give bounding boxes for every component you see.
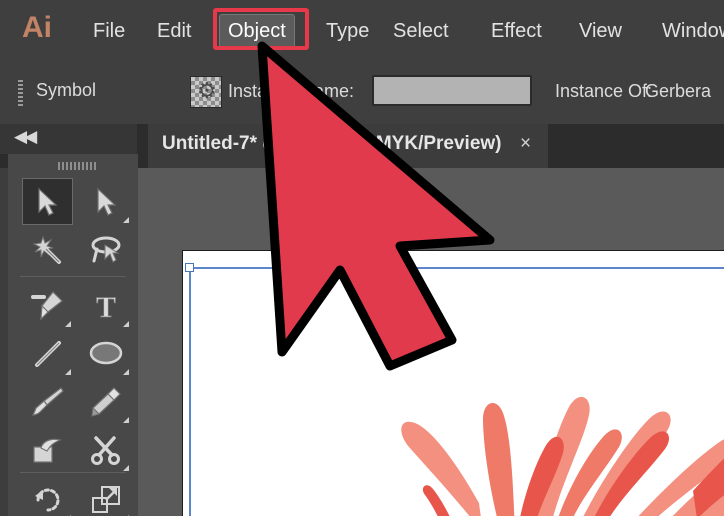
- tool-blob-brush-tool[interactable]: [22, 426, 73, 473]
- double-chevron-left-icon: ◀◀: [14, 127, 37, 146]
- tool-paintbrush-tool[interactable]: [22, 378, 73, 425]
- selection-handle-top-left[interactable]: [185, 263, 194, 272]
- selection-left-edge: [189, 267, 191, 516]
- tool-rotate-tool[interactable]: [22, 476, 73, 516]
- blob-brush-icon: [32, 438, 62, 463]
- object-menu-highlight: [213, 8, 309, 50]
- tool-scissors-tool[interactable]: [80, 426, 131, 473]
- tool-lasso-tool[interactable]: [80, 226, 131, 273]
- instance-name-label: Instance Name:: [228, 81, 355, 101]
- app-logo: Ai: [22, 11, 52, 44]
- instance-of-value: Gerbera: [645, 81, 712, 101]
- tool-flyout-indicator: [123, 465, 129, 471]
- pen-nib-icon: [30, 290, 63, 321]
- canvas-area[interactable]: [138, 168, 724, 516]
- menu-bar: Ai File Edit Object Type Select Effect V…: [0, 0, 724, 59]
- tool-flyout-indicator: [65, 321, 71, 327]
- menu-item-file[interactable]: File: [84, 14, 134, 48]
- tool-line-segment-tool[interactable]: [22, 330, 73, 377]
- lasso-icon: [91, 236, 120, 263]
- menu-item-effect[interactable]: Effect: [482, 14, 551, 48]
- toolbox-drag-handle[interactable]: [58, 162, 98, 170]
- tool-scale-tool[interactable]: [80, 476, 131, 516]
- toolbox-divider-2: [20, 472, 126, 473]
- magic-wand-icon: [31, 234, 61, 264]
- menu-item-view[interactable]: View: [570, 14, 631, 48]
- selection-arrow-icon: [37, 187, 58, 216]
- rotate-icon: [34, 488, 59, 511]
- illustrator-window: Ai File Edit Object Type Select Effect V…: [0, 0, 724, 516]
- paintbrush-icon: [31, 386, 64, 416]
- menu-item-edit[interactable]: Edit: [148, 14, 200, 48]
- document-tab-title: Untitled-7* @ 66.67% (CMYK/Preview): [162, 133, 502, 154]
- svg-text:T: T: [95, 291, 115, 322]
- toolbox-panel: T: [8, 154, 139, 516]
- pencil-icon: [90, 386, 121, 417]
- gear-glyph: ⚙: [197, 78, 217, 103]
- direct-selection-arrow-icon: [96, 187, 117, 216]
- tool-selection-tool[interactable]: [22, 178, 73, 225]
- tool-flyout-indicator: [123, 321, 129, 327]
- instance-of-label: Instance Of:: [555, 81, 653, 101]
- menu-item-type[interactable]: Type: [317, 14, 378, 48]
- tool-flyout-indicator: [123, 369, 129, 375]
- tool-flyout-indicator: [123, 217, 129, 223]
- menu-item-window[interactable]: Window: [653, 14, 724, 48]
- tool-flyout-indicator: [65, 369, 71, 375]
- tool-type-tool[interactable]: T: [80, 282, 131, 329]
- type-T-icon: T: [95, 290, 116, 322]
- symbol-gear-icon[interactable]: ⚙: [190, 76, 222, 108]
- tool-direct-selection-tool[interactable]: [80, 178, 131, 225]
- flower-petals: [401, 396, 724, 516]
- document-tab[interactable]: Untitled-7* @ 66.67% (CMYK/Preview) ×: [148, 124, 548, 168]
- selection-top-edge: [189, 267, 724, 269]
- control-bar-panel-label: Symbol: [36, 80, 97, 100]
- scissors-icon: [90, 435, 120, 465]
- close-icon[interactable]: ×: [520, 133, 531, 155]
- tool-pencil-tool[interactable]: [80, 378, 131, 425]
- control-bar: Symbol Instance Name: Instance Of: Gerbe…: [0, 58, 724, 125]
- tool-flyout-indicator: [123, 417, 129, 423]
- line-segment-icon: [34, 340, 61, 367]
- scale-icon: [91, 485, 120, 513]
- menu-item-select[interactable]: Select: [384, 14, 458, 48]
- tool-ellipse-tool[interactable]: [80, 330, 131, 377]
- control-bar-gripper[interactable]: [18, 80, 23, 106]
- toolbox-divider-1: [20, 276, 126, 277]
- instance-name-input[interactable]: [372, 75, 532, 106]
- tool-magic-wand-tool[interactable]: [22, 226, 73, 273]
- ellipse-icon: [89, 341, 122, 364]
- artboard[interactable]: [182, 250, 724, 516]
- gerbera-flower-artwork: [401, 396, 724, 516]
- tool-pen-tool[interactable]: [22, 282, 73, 329]
- panel-collapse-button[interactable]: ◀◀: [0, 124, 137, 155]
